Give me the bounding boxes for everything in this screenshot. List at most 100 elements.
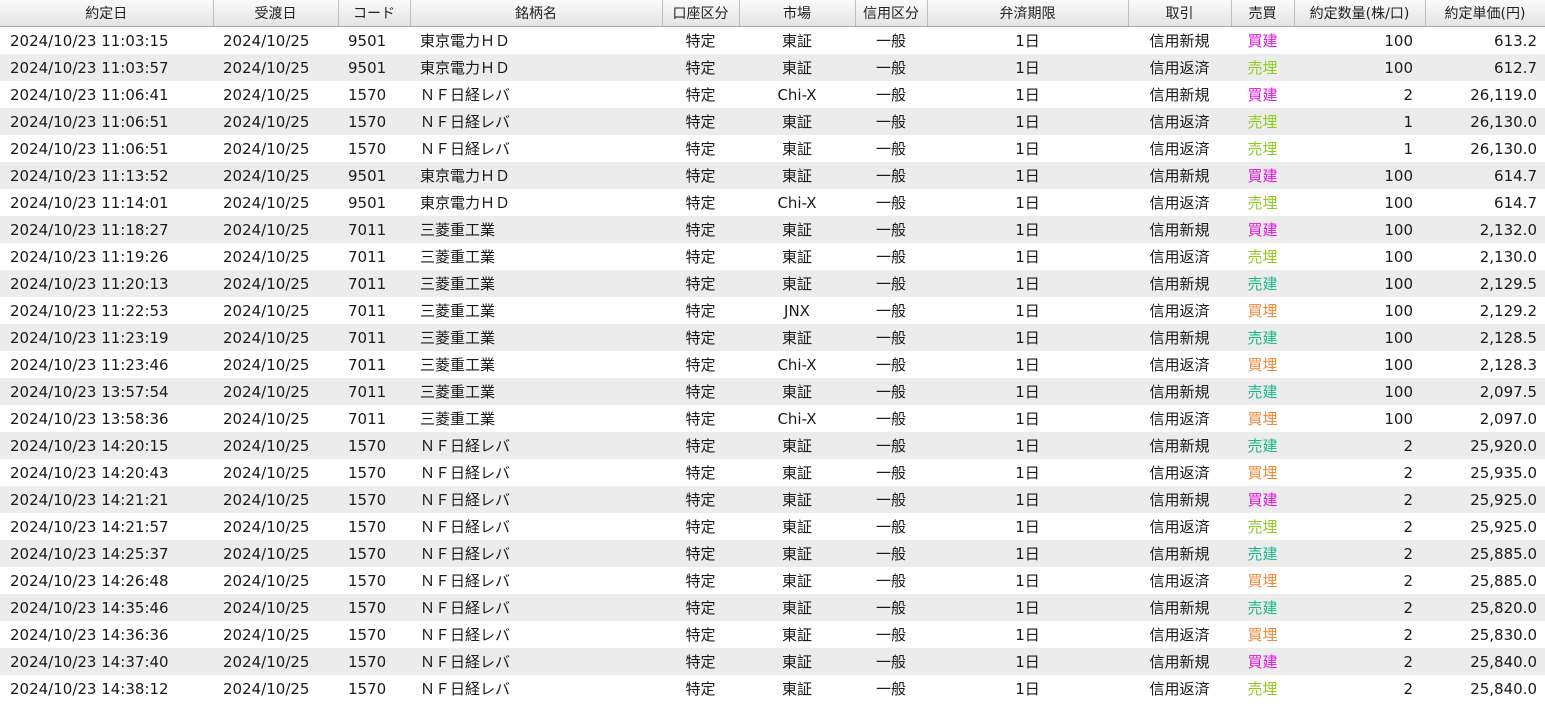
column-header-account-type[interactable]: 口座区分 [662, 0, 740, 27]
table-row[interactable]: 2024/10/23 14:21:57 2024/10/25 1570 ＮＦ日経レバ 特… [0, 513, 1545, 540]
table-row[interactable]: 2024/10/23 11:06:51 2024/10/25 1570 ＮＦ日経レバ特… [0, 108, 1545, 135]
cell-execution-date: 2024/10/23 14:38:12 [10, 679, 169, 698]
cell-quantity: 100 [1294, 54, 1425, 81]
cell-quantity: 2 [1294, 648, 1425, 675]
cell-settlement-date: 2024/10/25 [213, 648, 338, 675]
cell-account-type: 特定 [685, 518, 716, 536]
table-row[interactable]: 2024/10/23 14:35:46 2024/10/25 1570 ＮＦ日経レバ特… [0, 594, 1545, 621]
table-row[interactable]: 2024/10/23 14:21:21 2024/10/25 1570 ＮＦ日経レバ特… [0, 486, 1545, 513]
column-header-price[interactable]: 約定単価(円) [1425, 0, 1545, 27]
cell-trade: 信用返済 [1149, 302, 1210, 320]
cell-code: 1570 [338, 648, 410, 675]
cell-repayment-term: 1日 [1015, 140, 1040, 158]
table-row[interactable]: 2024/10/23 11:14:01 2024/10/25 9501 東京電力ＨＤ 特… [0, 189, 1545, 216]
table-row[interactable]: 2024/10/23 11:03:15 2024/10/25 9501 東京電力ＨＤ 特… [0, 27, 1545, 55]
cell-code: 9501 [348, 193, 387, 212]
table-row[interactable]: 2024/10/23 11:13:52 2024/10/25 9501 東京電力ＨＤ 特… [0, 162, 1545, 189]
column-header-trade[interactable]: 取引 [1128, 0, 1232, 27]
cell-quantity: 1 [1294, 108, 1425, 135]
cell-account-type: 特定 [662, 486, 739, 513]
table-row[interactable]: 2024/10/23 14:25:37 2024/10/25 1570 ＮＦ日経レバ特… [0, 540, 1545, 567]
cell-market: 東証 [739, 54, 855, 81]
cell-market: 東証 [781, 626, 812, 644]
cell-trade: 信用新規 [1128, 324, 1231, 351]
cell-execution-date: 2024/10/23 13:58:36 [10, 409, 169, 428]
table-row[interactable]: 2024/10/23 14:37:40 2024/10/25 1570 ＮＦ日経レバ特… [0, 648, 1545, 675]
cell-code: 1570 [348, 139, 387, 158]
cell-code: 1570 [348, 85, 387, 104]
cell-execution-date: 2024/10/23 14:21:57 [10, 517, 169, 536]
cell-quantity: 100 [1384, 355, 1413, 374]
cell-security-name: ＮＦ日経レバ [420, 140, 511, 158]
cell-trade: 信用返済 [1149, 464, 1210, 482]
cell-margin-type: 一般 [875, 410, 906, 428]
table-row[interactable]: 2024/10/23 13:57:54 2024/10/25 7011 三菱重工業 特定… [0, 378, 1545, 405]
cell-execution-date: 2024/10/23 14:25:37 [0, 540, 213, 567]
table-row[interactable]: 2024/10/23 14:20:43 2024/10/25 1570 ＮＦ日経レバ 特… [0, 459, 1545, 486]
table-row[interactable]: 2024/10/23 11:18:27 2024/10/25 7011 三菱重工業 特定… [0, 216, 1545, 243]
cell-repayment-term: 1日 [927, 54, 1128, 81]
cell-trade: 信用新規 [1128, 540, 1231, 567]
cell-price: 2,132.0 [1425, 216, 1545, 243]
cell-repayment-term: 1日 [927, 432, 1128, 459]
table-row[interactable]: 2024/10/23 11:22:53 2024/10/25 7011 三菱重工業 特定… [0, 297, 1545, 324]
column-header-execution-date[interactable]: 約定日 [0, 0, 214, 27]
cell-code: 1570 [348, 517, 387, 536]
cell-margin-type: 一般 [875, 356, 906, 374]
table-row[interactable]: 2024/10/23 11:20:13 2024/10/25 7011 三菱重工業 特定… [0, 270, 1545, 297]
table-row[interactable]: 2024/10/23 11:19:26 2024/10/25 7011 三菱重工業 特定… [0, 243, 1545, 270]
cell-price: 25,885.0 [1425, 540, 1545, 567]
cell-trade: 信用返済 [1149, 194, 1210, 212]
table-row[interactable]: 2024/10/23 14:26:48 2024/10/25 1570 ＮＦ日経レバ 特… [0, 567, 1545, 594]
table-row[interactable]: 2024/10/23 13:58:36 2024/10/25 7011 三菱重工業 特定… [0, 405, 1545, 432]
column-header-side[interactable]: 売買 [1231, 0, 1295, 27]
cell-trade: 信用返済 [1149, 356, 1210, 374]
cell-settlement-date: 2024/10/25 [223, 571, 310, 590]
cell-market: Chi-X [777, 193, 817, 212]
cell-quantity: 100 [1294, 324, 1425, 351]
cell-trade: 信用返済 [1149, 140, 1210, 158]
cell-account-type: 特定 [662, 54, 739, 81]
column-header-settlement-date[interactable]: 受渡日 [213, 0, 339, 27]
table-row[interactable]: 2024/10/23 11:06:51 2024/10/25 1570 ＮＦ日経レバ特… [0, 135, 1545, 162]
table-row[interactable]: 2024/10/23 11:23:19 2024/10/25 7011 三菱重工業 特定… [0, 324, 1545, 351]
cell-execution-date: 2024/10/23 11:06:51 [10, 139, 169, 158]
column-header-market[interactable]: 市場 [739, 0, 856, 27]
cell-repayment-term: 1日 [1015, 32, 1040, 50]
cell-price: 2,128.3 [1479, 355, 1537, 374]
table-row[interactable]: 2024/10/23 11:03:57 2024/10/25 9501 東京電力ＨＤ 特… [0, 54, 1545, 81]
cell-code: 1570 [338, 486, 410, 513]
cell-security-name: ＮＦ日経レバ [410, 594, 662, 621]
cell-security-name: ＮＦ日経レバ [420, 680, 511, 698]
cell-account-type: 特定 [685, 32, 716, 50]
cell-trade: 信用返済 [1128, 108, 1231, 135]
table-row[interactable]: 2024/10/23 11:23:46 2024/10/25 7011 三菱重工業 特定… [0, 351, 1545, 378]
cell-side: 買建 [1231, 486, 1294, 513]
cell-account-type: 特定 [662, 594, 739, 621]
cell-price: 25,925.0 [1470, 517, 1537, 536]
cell-quantity: 2 [1403, 679, 1413, 698]
cell-trade: 信用新規 [1128, 378, 1231, 405]
table-row[interactable]: 2024/10/23 11:06:41 2024/10/25 1570 ＮＦ日経レバ 特… [0, 81, 1545, 108]
cell-account-type: 特定 [685, 248, 716, 266]
table-row[interactable]: 2024/10/23 14:20:15 2024/10/25 1570 ＮＦ日経レバ特… [0, 432, 1545, 459]
cell-market: 東証 [739, 378, 855, 405]
column-header-code[interactable]: コード [338, 0, 411, 27]
cell-account-type: 特定 [662, 378, 739, 405]
cell-settlement-date: 2024/10/25 [213, 108, 338, 135]
cell-trade: 信用返済 [1149, 626, 1210, 644]
table-row[interactable]: 2024/10/23 14:38:12 2024/10/25 1570 ＮＦ日経レバ 特… [0, 675, 1545, 702]
column-header-quantity[interactable]: 約定数量(株/口) [1294, 0, 1426, 27]
cell-execution-date: 2024/10/23 13:57:54 [0, 378, 213, 405]
cell-repayment-term: 1日 [927, 108, 1128, 135]
cell-execution-date: 2024/10/23 11:03:15 [10, 31, 169, 50]
cell-security-name: 東京電力ＨＤ [410, 162, 662, 189]
column-header-margin-type[interactable]: 信用区分 [855, 0, 928, 27]
cell-settlement-date: 2024/10/25 [223, 301, 310, 320]
column-header-security-name[interactable]: 銘柄名 [410, 0, 663, 27]
cell-price: 25,820.0 [1425, 594, 1545, 621]
table-row[interactable]: 2024/10/23 14:36:36 2024/10/25 1570 ＮＦ日経レバ 特… [0, 621, 1545, 648]
column-header-repayment-term[interactable]: 弁済期限 [927, 0, 1129, 27]
cell-security-name: ＮＦ日経レバ [420, 572, 511, 590]
cell-trade: 信用返済 [1128, 54, 1231, 81]
